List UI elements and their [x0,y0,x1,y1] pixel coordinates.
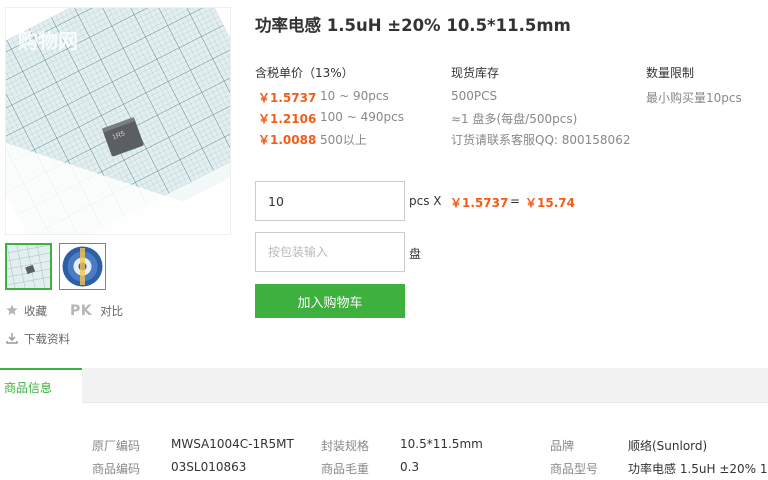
tier-price: ￥1.0088 [258,133,317,147]
spec-brand: 顺络(Sunlord) [628,439,708,453]
price-header: 含税单价（13%） [255,66,354,80]
download-action[interactable]: 下载资料 [6,331,70,347]
add-to-cart-button[interactable]: 加入购物车 [255,284,405,318]
star-icon [6,304,18,319]
spec-package: 10.5*11.5mm [400,437,483,451]
thumbnail-2[interactable] [59,243,106,290]
spec-original-code: MWSA1004C-1R5MT [171,437,294,451]
spec-product-code-label: 商品编码 [92,462,141,476]
tier-range: 100 ~ 490pcs [320,110,404,124]
spec-original-code-label: 原厂编码 [92,439,141,453]
order-total: ￥15.74 [525,196,575,210]
spec-brand-label: 品牌 [550,439,575,453]
spec-package-label: 封装规格 [321,439,370,453]
compare-action[interactable]: PK 对比 [70,303,123,319]
tier-range: 500以上 [320,133,367,147]
price-tier: ￥1.2106 100 ~ 490pcs [258,110,404,127]
product-main-image[interactable]: 1R5 购物网 [5,7,231,235]
spec-weight-label: 商品毛重 [321,462,370,476]
pk-badge: PK [70,303,93,319]
min-buy-text: 最小购买量10pcs [646,91,742,105]
price-tier: ￥1.5737 10 ~ 90pcs [258,89,389,106]
tier-price: ￥1.5737 [258,91,317,105]
stock-header: 现货库存 [451,66,500,80]
spec-product-code: 03SL010863 [171,460,247,474]
order-unit-price: ￥1.5737 [450,196,509,210]
package-quantity-input[interactable] [255,232,405,272]
download-icon [6,332,18,347]
stock-contact: 订货请联系客服QQ: 800158062 [451,133,631,147]
spec-model: 功率电感 1.5uH ±20% 10.. [628,462,768,476]
stock-reel-note: ≈1 盘多(每盘/500pcs) [451,112,578,126]
download-label: 下载资料 [24,332,70,346]
tab-product-info[interactable]: 商品信息 [0,368,82,404]
reel-unit-label: 盘 [409,247,422,261]
equals-sign: = [510,194,521,208]
spec-model-label: 商品型号 [550,462,599,476]
watermark-text: 购物网 [18,29,78,53]
thumbnail-1[interactable] [5,243,52,290]
limit-header: 数量限制 [646,66,695,80]
favorite-label: 收藏 [24,304,47,318]
spec-weight: 0.3 [400,460,420,474]
stock-qty: 500PCS [451,89,498,103]
tab-bar [0,368,768,403]
tier-range: 10 ~ 90pcs [320,89,389,103]
product-title: 功率电感 1.5uH ±20% 10.5*11.5mm [255,16,571,35]
compare-label: 对比 [100,304,124,318]
price-tier: ￥1.0088 500以上 [258,131,367,148]
favorite-action[interactable]: 收藏 [6,303,47,319]
pcs-x-label: pcs X [409,194,442,208]
tier-price: ￥1.2106 [258,112,317,126]
quantity-input[interactable] [255,181,405,221]
